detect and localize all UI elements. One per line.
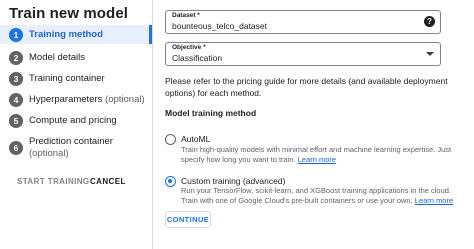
continue-button[interactable]: CONTINUE: [165, 211, 211, 228]
dataset-label: Dataset *: [172, 12, 200, 19]
objective-value: Classification: [172, 53, 223, 63]
custom-training-learn-more-link[interactable]: Learn more: [415, 196, 453, 205]
automl-title: AutoML: [181, 134, 211, 144]
sidebar: Train new model 1 Training method 2 Mode…: [0, 0, 152, 249]
step-label: Training container: [29, 73, 105, 84]
help-circle-icon[interactable]: ?: [424, 16, 435, 27]
step-label-text: Hyperparameters: [29, 94, 103, 105]
step-label: Model details: [29, 52, 85, 63]
objective-label: Objective *: [172, 44, 206, 51]
step-model-details[interactable]: 2 Model details: [0, 50, 152, 66]
automl-description: Train high-quality models with minimal e…: [181, 145, 456, 165]
step-label: Compute and pricing: [29, 115, 117, 126]
step-number: 4: [9, 93, 23, 107]
step-number: 6: [9, 141, 23, 155]
dataset-select[interactable]: Dataset * bounteous_telco_dataset: [165, 10, 441, 34]
sidebar-divider: [152, 0, 153, 249]
step-hyperparameters[interactable]: 4 Hyperparameters (optional): [0, 92, 152, 108]
automl-radio[interactable]: [165, 134, 176, 145]
step-label: Prediction container: [29, 136, 113, 147]
step-prediction-container[interactable]: 6 Prediction container (optional): [0, 135, 152, 161]
step-number: 1: [9, 28, 23, 42]
step-training-method[interactable]: 1 Training method: [0, 25, 152, 44]
step-number: 3: [9, 72, 23, 86]
step-label: Training method: [29, 29, 103, 40]
section-title: Model training method: [165, 108, 257, 118]
optional-tag: (optional): [29, 148, 69, 159]
step-label: Hyperparameters (optional): [29, 94, 145, 106]
dataset-value: bounteous_telco_dataset: [172, 21, 267, 31]
pricing-info-text: Please refer to the pricing guide for mo…: [165, 76, 448, 98]
custom-training-radio[interactable]: [165, 176, 176, 187]
step-number: 2: [9, 51, 23, 65]
step-training-container[interactable]: 3 Training container: [0, 71, 152, 87]
page-title: Train new model: [9, 5, 129, 22]
step-compute-and-pricing[interactable]: 5 Compute and pricing: [0, 113, 152, 129]
cancel-button[interactable]: CANCEL: [90, 177, 126, 186]
start-training-button[interactable]: START TRAINING: [17, 177, 90, 186]
caret-down-icon: [426, 52, 434, 56]
step-number: 5: [9, 114, 23, 128]
automl-learn-more-link[interactable]: Learn more: [298, 155, 336, 164]
optional-tag: (optional): [105, 94, 145, 105]
custom-training-title: Custom training (advanced): [181, 176, 286, 186]
objective-select[interactable]: Objective * Classification: [165, 42, 441, 66]
custom-training-description-text: Run your TensorFlow, scikit-learn, and X…: [181, 186, 452, 205]
custom-training-description: Run your TensorFlow, scikit-learn, and X…: [181, 186, 456, 206]
